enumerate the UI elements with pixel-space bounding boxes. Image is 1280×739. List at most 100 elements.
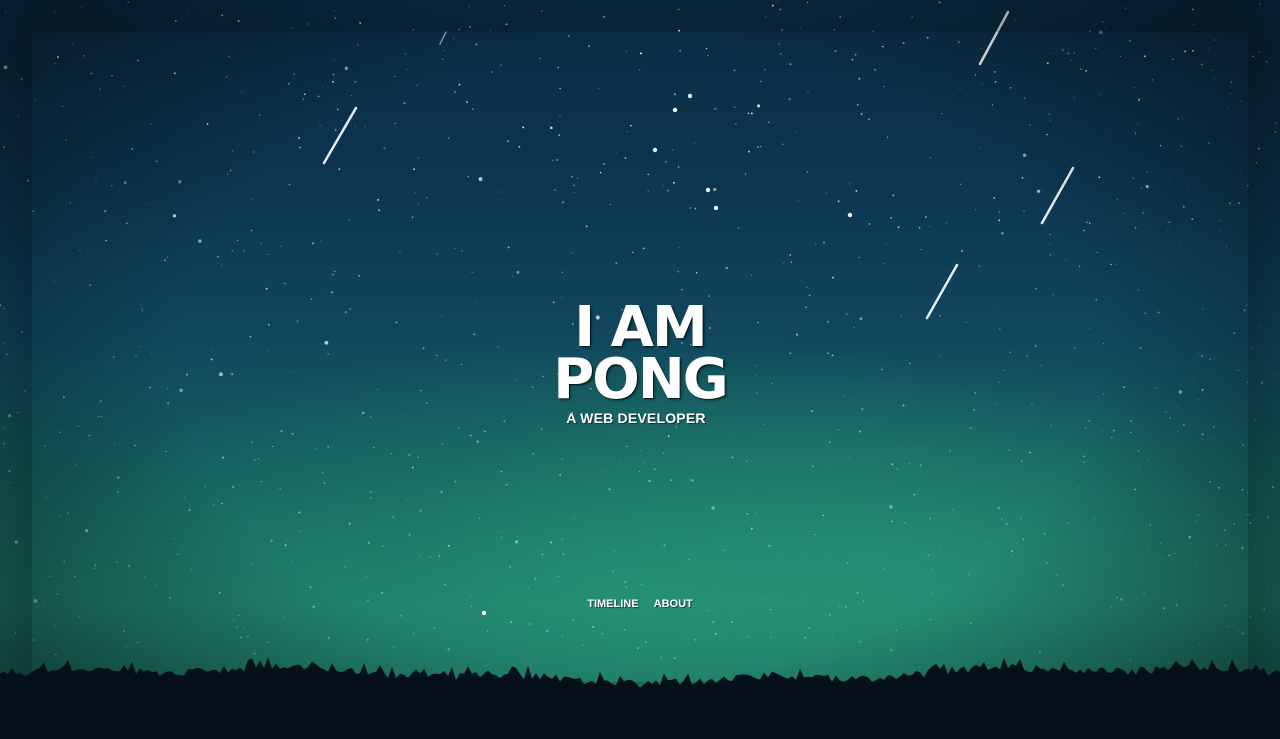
star bbox=[541, 10, 543, 12]
star bbox=[937, 0, 939, 2]
star bbox=[781, 29, 783, 31]
star bbox=[797, 200, 799, 202]
star bbox=[1133, 87, 1136, 89]
star bbox=[1265, 60, 1268, 63]
star bbox=[357, 561, 358, 563]
star bbox=[561, 271, 563, 273]
star bbox=[265, 287, 268, 290]
star bbox=[1022, 153, 1027, 157]
star bbox=[557, 575, 559, 578]
star bbox=[1247, 185, 1249, 187]
star bbox=[1213, 78, 1215, 79]
star bbox=[20, 631, 22, 633]
star bbox=[1079, 159, 1081, 161]
star bbox=[624, 157, 627, 159]
star bbox=[723, 549, 725, 551]
star bbox=[868, 223, 871, 225]
star bbox=[601, 471, 603, 473]
star bbox=[916, 626, 918, 628]
star bbox=[1218, 486, 1220, 489]
star bbox=[126, 222, 128, 224]
star bbox=[314, 448, 317, 450]
star bbox=[559, 87, 561, 90]
star bbox=[598, 87, 600, 90]
star bbox=[886, 136, 889, 138]
star bbox=[552, 159, 554, 161]
star bbox=[89, 284, 92, 287]
star bbox=[377, 198, 380, 201]
star bbox=[411, 466, 414, 469]
star bbox=[1124, 213, 1125, 214]
star bbox=[1098, 176, 1101, 179]
star bbox=[303, 93, 306, 96]
star bbox=[677, 271, 679, 273]
star bbox=[414, 192, 416, 194]
star bbox=[882, 45, 884, 48]
star bbox=[856, 592, 859, 594]
star bbox=[969, 427, 972, 430]
star bbox=[447, 137, 450, 139]
star bbox=[1035, 287, 1037, 290]
star bbox=[1132, 177, 1134, 179]
star bbox=[1168, 554, 1171, 557]
star bbox=[623, 629, 626, 631]
star bbox=[837, 200, 840, 203]
star bbox=[466, 101, 468, 103]
star bbox=[54, 280, 56, 282]
star bbox=[155, 584, 157, 586]
star bbox=[911, 16, 913, 18]
star bbox=[1129, 39, 1131, 42]
star bbox=[338, 168, 341, 170]
star bbox=[383, 147, 385, 150]
star bbox=[280, 430, 283, 433]
star bbox=[333, 270, 336, 273]
star bbox=[95, 180, 97, 182]
star bbox=[322, 87, 323, 89]
star bbox=[266, 253, 269, 256]
star bbox=[1180, 241, 1182, 243]
star bbox=[454, 480, 457, 483]
star bbox=[1067, 522, 1069, 524]
star bbox=[1049, 243, 1051, 245]
star bbox=[79, 249, 81, 251]
star bbox=[1213, 426, 1215, 428]
star bbox=[1067, 52, 1070, 55]
star bbox=[77, 616, 80, 618]
star bbox=[252, 563, 254, 565]
star bbox=[1078, 265, 1081, 268]
star bbox=[1216, 543, 1218, 545]
star bbox=[458, 28, 461, 31]
star bbox=[998, 506, 1000, 509]
star bbox=[993, 70, 996, 73]
star bbox=[1121, 534, 1123, 536]
star bbox=[404, 53, 406, 55]
star bbox=[901, 447, 903, 449]
star bbox=[1223, 529, 1226, 532]
star bbox=[500, 64, 502, 66]
star bbox=[1008, 449, 1010, 451]
star bbox=[885, 243, 887, 245]
star bbox=[808, 294, 811, 297]
star bbox=[433, 627, 435, 629]
star bbox=[570, 251, 573, 254]
nav-link-about[interactable]: ABOUT bbox=[654, 598, 693, 610]
star bbox=[822, 514, 824, 517]
star bbox=[417, 203, 419, 205]
star bbox=[974, 208, 976, 210]
star bbox=[1138, 464, 1140, 466]
star bbox=[105, 239, 107, 242]
star bbox=[553, 189, 556, 192]
star bbox=[608, 488, 611, 491]
star bbox=[447, 544, 450, 547]
star bbox=[1247, 491, 1249, 493]
star bbox=[405, 452, 407, 453]
star bbox=[927, 554, 929, 557]
star bbox=[394, 122, 396, 125]
star bbox=[284, 282, 286, 285]
star bbox=[1207, 142, 1210, 144]
star bbox=[56, 593, 59, 595]
nav-link-timeline[interactable]: TIMELINE bbox=[587, 598, 638, 610]
star bbox=[993, 197, 996, 199]
star bbox=[1224, 544, 1227, 546]
star bbox=[639, 449, 641, 452]
